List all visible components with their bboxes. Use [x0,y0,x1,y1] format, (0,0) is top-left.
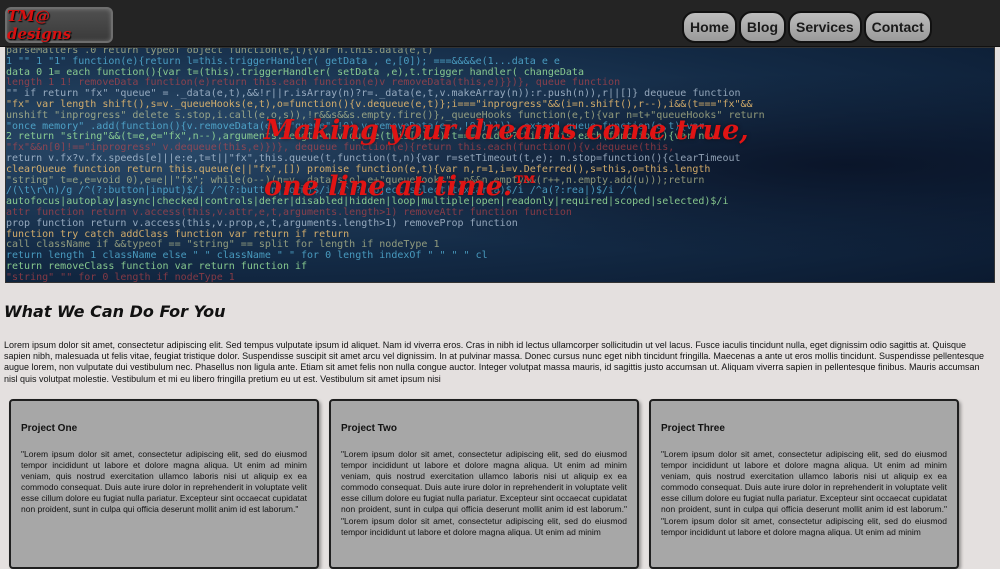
site-logo[interactable]: TM@ designs [5,7,113,43]
code-line: function try catch addClass function var… [6,228,350,240]
project-card-one: Project One "Lorem ipsum dolor sit amet,… [9,399,319,569]
code-line: "fx" var length shift(),s=v._queueHooks(… [6,99,753,110]
project-title: Project Two [341,423,397,434]
project-description: "Lorem ipsum dolor sit amet, consectetur… [21,449,307,515]
code-line: return removeClass function var return f… [6,261,308,272]
code-line: "" if return "fx" "queue" = ._data(e,t),… [6,88,741,100]
project-description: "Lorem ipsum dolor sit amet, consectetur… [661,449,947,537]
project-title: Project Three [661,423,725,434]
nav-services-button[interactable]: Services [788,11,862,43]
hero-tagline-line2: one line at time.™ [264,171,540,202]
code-line: length 1 1! removeData function(e)return… [6,77,621,89]
code-line: 1 "" 1 "1" function(e){return l=this.tri… [6,55,560,67]
hero-banner: parseMatters .0 return typeof object fun… [5,47,995,283]
project-description: "Lorem ipsum dolor sit amet, consectetur… [341,449,627,537]
intro-paragraph: Lorem ipsum dolor sit amet, consectetur … [4,340,985,384]
code-line: "string" "" for 0 length if nodeType 1 [6,271,235,283]
code-line: prop function return v.access(this,v.pro… [6,217,518,229]
nav-blog-button[interactable]: Blog [738,11,787,43]
nav-contact-button[interactable]: Contact [863,11,932,43]
code-line: return length 1 className else " " class… [6,250,488,262]
code-line: call className if &&typeof == "string" =… [6,239,440,251]
code-line: return v.fx?v.fx.speeds[e]||e:e,t=t||"fx… [6,153,741,164]
code-line: data 0 1= each function(){var t=(this).t… [6,66,584,78]
code-line: parseMatters .0 return typeof object fun… [6,47,434,56]
nav-home-button[interactable]: Home [682,11,737,43]
hero-tagline-line1: Making your dreams come true, [264,115,749,146]
logo-text: TM@ designs [7,7,72,43]
main-nav: Home Blog Services Contact [682,11,932,43]
site-header: TM@ designs Home Blog Services Contact [0,0,1000,47]
project-card-three: Project Three "Lorem ipsum dolor sit ame… [649,399,959,569]
code-line: attr function return v.access(this,v.att… [6,207,572,218]
project-title: Project One [21,423,78,434]
project-card-two: Project Two "Lorem ipsum dolor sit amet,… [329,399,639,569]
section-title: What We Can Do For You [4,302,226,321]
